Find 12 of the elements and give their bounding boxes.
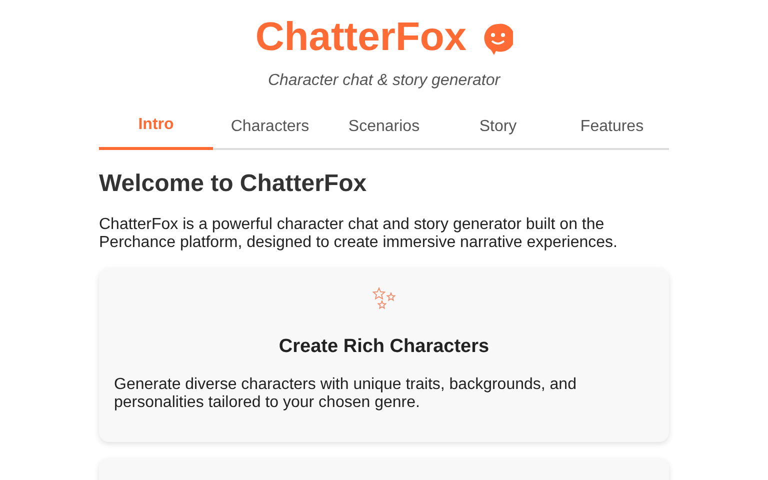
stars-icon — [370, 286, 398, 310]
tab[interactable]: Features — [555, 110, 669, 150]
intro-paragraph: ChatterFox is a powerful character chat and story generator built on the Perchance platform, designed to create immersive narrative experiences. — [99, 216, 618, 252]
section-heading: Welcome to ChatterFox — [99, 170, 368, 198]
tab[interactable]: Story — [441, 110, 555, 150]
app-title: ChatterFox — [255, 14, 467, 60]
card-title: Create Rich Characters — [278, 336, 490, 358]
tab[interactable]: Characters — [213, 110, 327, 150]
card-description: Generate diverse characters with unique traits, backgrounds, and personalities tailored to your chosen genre. — [114, 376, 578, 412]
tab[interactable]: Scenarios — [327, 110, 441, 150]
smiley-chat-bubble-icon — [482, 23, 513, 55]
tagline: Character chat & story generator — [266, 72, 502, 90]
